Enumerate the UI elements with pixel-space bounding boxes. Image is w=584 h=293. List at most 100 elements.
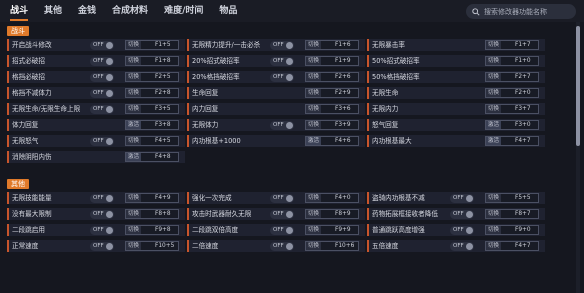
- hotkey-box[interactable]: 切换 F9+9: [305, 225, 359, 235]
- hotkey-box[interactable]: 切换 F4+5: [125, 136, 179, 146]
- cheat-row: 内力回复 切换 F3+6: [187, 103, 365, 115]
- cheat-toggle[interactable]: OFF: [270, 209, 294, 219]
- hotkey-value: F1+9: [335, 58, 351, 64]
- hotkey-box[interactable]: 切换 F2+5: [125, 72, 179, 82]
- hotkey-box[interactable]: 切换 F3+5: [125, 104, 179, 114]
- hotkey-box[interactable]: 切换 F2+8: [125, 88, 179, 98]
- tab-items[interactable]: 物品: [219, 0, 237, 22]
- cheat-row: 50%招式破招率 切换 F1+0: [367, 55, 545, 67]
- hotkey-box[interactable]: 激活 F4+8: [125, 152, 179, 162]
- tab-battle[interactable]: 战斗: [10, 0, 29, 22]
- hotkey-box[interactable]: 切换 F1+7: [485, 40, 539, 50]
- hotkey-box[interactable]: 激活 F4+6: [305, 136, 359, 146]
- hotkey-box[interactable]: 切换 F1+0: [485, 56, 539, 66]
- hotkey-box[interactable]: 切换 F1+5: [125, 40, 179, 50]
- hotkey-box[interactable]: 切换 F5+5: [485, 193, 539, 203]
- hotkey-box[interactable]: 切换 F2+9: [305, 88, 359, 98]
- hotkey-box[interactable]: 切换 F2+6: [305, 72, 359, 82]
- cheat-toggle[interactable]: OFF: [90, 225, 114, 235]
- hotkey-box[interactable]: 切换 F2+7: [485, 72, 539, 82]
- cheat-row: 20%招式破招率 OFF 切换 F1+9: [187, 55, 365, 67]
- hotkey-box[interactable]: 切换 F2+0: [485, 88, 539, 98]
- hotkey-box[interactable]: 切换 F4+7: [485, 241, 539, 251]
- hotkey-mode: 激活: [486, 121, 502, 129]
- hotkey-box[interactable]: 激活 F4+7: [485, 136, 539, 146]
- toggle-text: OFF: [273, 210, 284, 217]
- cheat-row: 强化一次完成 OFF 切换 F4+0: [187, 192, 365, 204]
- hotkey-mode: 切换: [126, 210, 142, 218]
- toggle-text: OFF: [93, 105, 104, 112]
- hotkey-box[interactable]: 切换 F10+6: [305, 241, 359, 251]
- hotkey-box[interactable]: 切换 F3+7: [485, 104, 539, 114]
- toggle-text: OFF: [453, 210, 464, 217]
- cheat-toggle[interactable]: OFF: [90, 241, 114, 251]
- cheat-label: 二段跳启用: [12, 226, 45, 234]
- cheat-label: 正常速度: [12, 242, 39, 250]
- cheat-toggle[interactable]: OFF: [270, 225, 294, 235]
- cheat-label: 消除阴阳内伤: [12, 153, 52, 161]
- hotkey-box[interactable]: 切换 F8+8: [125, 209, 179, 219]
- hotkey-box[interactable]: 切换 F9+0: [485, 225, 539, 235]
- search-input[interactable]: [484, 7, 574, 16]
- hotkey-value: F9+9: [335, 227, 351, 233]
- hotkey-value: F3+7: [515, 106, 531, 112]
- hotkey-box[interactable]: 切换 F4+0: [305, 193, 359, 203]
- cheat-toggle[interactable]: OFF: [450, 193, 474, 203]
- scrollbar-thumb[interactable]: [576, 26, 580, 146]
- hotkey-mode: 切换: [306, 41, 322, 49]
- scrollbar[interactable]: [576, 22, 580, 293]
- hotkey-box[interactable]: 激活 F3+0: [485, 120, 539, 130]
- cheat-toggle[interactable]: OFF: [270, 120, 294, 130]
- cheat-label: 生命回复: [192, 89, 219, 97]
- cheat-toggle[interactable]: OFF: [90, 40, 114, 50]
- hotkey-box[interactable]: 切换 F8+9: [305, 209, 359, 219]
- cheat-toggle[interactable]: OFF: [270, 241, 294, 251]
- hotkey-value: F3+9: [335, 122, 351, 128]
- cheat-toggle[interactable]: OFF: [270, 193, 294, 203]
- tab-difficulty-time[interactable]: 难度/时间: [164, 0, 203, 22]
- hotkey-box[interactable]: 切换 F3+6: [305, 104, 359, 114]
- cheat-row: 内功根基+1000 激活 F4+6: [187, 135, 365, 147]
- hotkey-box[interactable]: 切换 F3+9: [305, 120, 359, 130]
- cheat-toggle[interactable]: OFF: [450, 241, 474, 251]
- search-box[interactable]: [466, 4, 576, 19]
- hotkey-box[interactable]: 切换 F9+8: [125, 225, 179, 235]
- cheat-label: 药物拓展框接收者降低: [372, 210, 438, 218]
- hotkey-box[interactable]: 激活 F3+8: [125, 120, 179, 130]
- hotkey-value: F3+6: [335, 106, 351, 112]
- hotkey-mode: 切换: [126, 242, 142, 250]
- cheat-toggle[interactable]: OFF: [270, 72, 294, 82]
- hotkey-mode: 激活: [126, 153, 142, 161]
- cheat-toggle[interactable]: OFF: [90, 56, 114, 66]
- cheat-toggle[interactable]: OFF: [450, 209, 474, 219]
- toggle-knob: [106, 89, 113, 97]
- cheat-toggle[interactable]: OFF: [90, 193, 114, 203]
- tab-materials[interactable]: 合成材料: [112, 0, 148, 22]
- tab-other[interactable]: 其他: [44, 0, 62, 22]
- hotkey-mode: 切换: [126, 194, 142, 202]
- cheat-label: 20%格挡破招率: [192, 73, 240, 81]
- cheat-toggle[interactable]: OFF: [270, 56, 294, 66]
- cheat-toggle[interactable]: OFF: [90, 209, 114, 219]
- hotkey-box[interactable]: 切换 F1+9: [305, 56, 359, 66]
- cheat-toggle[interactable]: OFF: [270, 40, 294, 50]
- hotkey-box[interactable]: 切换 F4+9: [125, 193, 179, 203]
- cheat-label: 招式必破招: [12, 57, 45, 65]
- toggle-text: OFF: [453, 242, 464, 249]
- cheat-row: 无限精力提升/一击必杀 OFF 切换 F1+6: [187, 39, 365, 51]
- cheat-toggle[interactable]: OFF: [90, 104, 114, 114]
- cheat-toggle[interactable]: OFF: [90, 136, 114, 146]
- hotkey-box[interactable]: 切换 F1+8: [125, 56, 179, 66]
- hotkey-mode: 切换: [306, 210, 322, 218]
- cheat-toggle[interactable]: OFF: [90, 72, 114, 82]
- hotkey-box[interactable]: 切换 F1+6: [305, 40, 359, 50]
- hotkey-mode: 切换: [486, 242, 502, 250]
- cheat-toggle[interactable]: OFF: [450, 225, 474, 235]
- hotkey-box[interactable]: 切换 F10+5: [125, 241, 179, 251]
- hotkey-box[interactable]: 切换 F8+7: [485, 209, 539, 219]
- cheat-toggle[interactable]: OFF: [90, 88, 114, 98]
- hotkey-mode: 切换: [486, 194, 502, 202]
- toggle-knob: [106, 194, 113, 202]
- tab-money[interactable]: 金钱: [78, 0, 96, 22]
- cheat-row: 二段跳双倍高度 OFF 切换 F9+9: [187, 224, 365, 236]
